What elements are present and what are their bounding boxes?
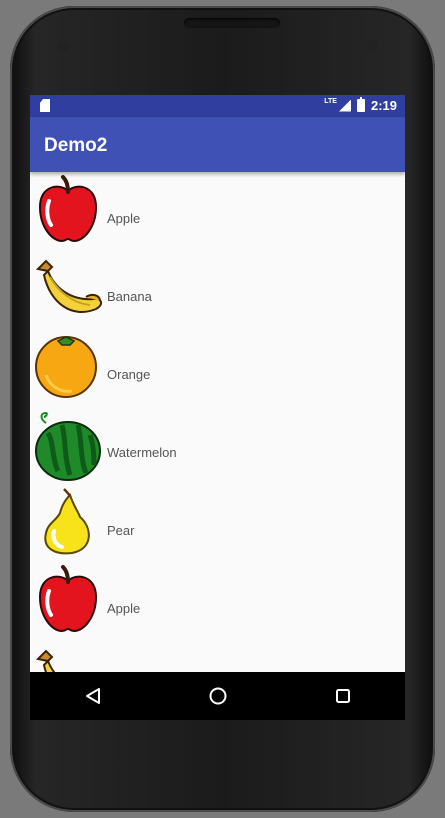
list-item-label: Apple	[107, 600, 141, 616]
list-item[interactable]: Apple	[30, 172, 405, 250]
pear-icon	[44, 488, 90, 555]
list-item[interactable]: Apple	[30, 562, 405, 640]
earpiece-speaker	[184, 18, 280, 28]
list-item-partial[interactable]	[30, 640, 405, 672]
status-bar: LTE 2:19	[30, 95, 405, 117]
list-item-label: Banana	[107, 288, 152, 304]
proximity-sensor	[58, 42, 68, 52]
banana-icon	[35, 259, 102, 313]
home-button[interactable]	[188, 676, 248, 716]
apple-icon	[38, 175, 98, 243]
watermelon-icon	[35, 411, 101, 481]
list-item-label: Apple	[107, 210, 141, 226]
navigation-bar	[30, 672, 405, 720]
list-item[interactable]: Orange	[30, 328, 405, 406]
list-item-label: Orange	[107, 366, 151, 382]
list-item-label: Watermelon	[107, 444, 177, 460]
battery-icon	[356, 97, 365, 112]
fruit-list[interactable]: Apple Banana Orange Watermelon Pear Appl…	[30, 172, 405, 672]
network-type-label: LTE	[324, 98, 337, 105]
list-item[interactable]: Pear	[30, 484, 405, 562]
signal-icon	[338, 99, 351, 112]
apple-icon	[38, 565, 98, 633]
list-item-label: Pear	[107, 522, 135, 538]
back-button[interactable]	[63, 676, 123, 716]
status-time: 2:19	[370, 98, 397, 113]
recents-icon	[335, 689, 350, 703]
sd-card-icon	[40, 99, 50, 112]
banana-icon	[35, 649, 56, 672]
list-item[interactable]: Banana	[30, 250, 405, 328]
app-bar: Demo2	[30, 117, 405, 172]
back-icon	[85, 688, 100, 704]
front-camera	[366, 40, 378, 52]
page-title: Demo2	[44, 135, 108, 156]
home-icon	[209, 687, 226, 705]
list-item[interactable]: Watermelon	[30, 406, 405, 484]
phone-screen: LTE 2:19 Demo2 Apple Banana Orange Water…	[30, 95, 405, 720]
recents-button[interactable]	[313, 676, 373, 716]
orange-icon	[35, 336, 97, 398]
